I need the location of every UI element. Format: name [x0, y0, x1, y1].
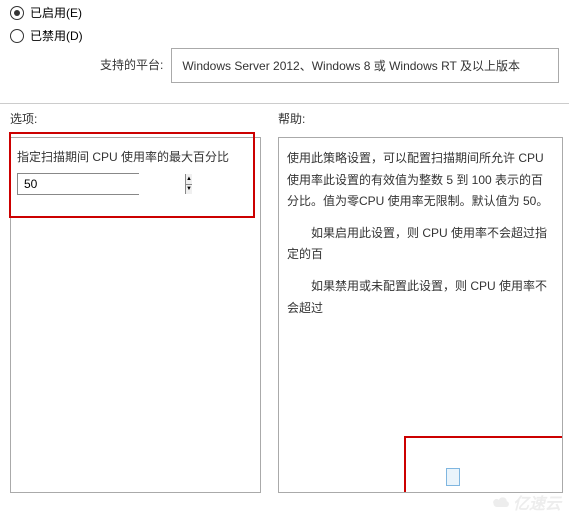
watermark: 亿速云 [491, 490, 561, 514]
help-p1: 使用此策略设置，可以配置扫描期间所允许 CPU 使用率此设置的有效值为整数 5 … [287, 148, 554, 213]
radio-enabled[interactable]: 已启用(E) [10, 4, 559, 21]
cloud-icon [491, 495, 511, 509]
options-box: 指定扫描期间 CPU 使用率的最大百分比 ▲ ▼ [10, 137, 261, 493]
help-p2: 如果启用此设置，则 CPU 使用率不会超过指定的百 [287, 223, 554, 266]
help-p3: 如果禁用或未配置此设置，则 CPU 使用率不会超过 [287, 276, 554, 319]
platforms-row: 支持的平台: Windows Server 2012、Windows 8 或 W… [100, 48, 559, 83]
help-text: 使用此策略设置，可以配置扫描期间所允许 CPU 使用率此设置的有效值为整数 5 … [287, 148, 554, 319]
platforms-label: 支持的平台: [100, 48, 163, 83]
radio-group: 已启用(E) 已禁用(D) [10, 4, 559, 44]
options-label: 选项: [10, 110, 268, 127]
radio-disabled[interactable]: 已禁用(D) [10, 27, 559, 44]
help-box: 使用此策略设置，可以配置扫描期间所允许 CPU 使用率此设置的有效值为整数 5 … [278, 137, 563, 493]
radio-disabled-label: 已禁用(D) [30, 27, 83, 44]
blue-corner-indicator [446, 468, 460, 486]
radio-enabled-label: 已启用(E) [30, 4, 82, 21]
middle-section: 选项: 指定扫描期间 CPU 使用率的最大百分比 ▲ ▼ 帮助: 使用此策略设置… [0, 110, 569, 493]
highlight-box-options [9, 132, 255, 218]
highlight-box-bottom [404, 436, 563, 493]
radio-icon-selected [10, 6, 24, 20]
watermark-text: 亿速云 [513, 490, 561, 514]
left-panel: 选项: 指定扫描期间 CPU 使用率的最大百分比 ▲ ▼ [0, 110, 268, 493]
divider [0, 103, 569, 104]
help-label: 帮助: [278, 110, 569, 127]
right-panel: 帮助: 使用此策略设置，可以配置扫描期间所允许 CPU 使用率此设置的有效值为整… [268, 110, 569, 493]
platforms-value: Windows Server 2012、Windows 8 或 Windows … [182, 59, 520, 73]
top-section: 已启用(E) 已禁用(D) 支持的平台: Windows Server 2012… [0, 0, 569, 85]
platforms-box: Windows Server 2012、Windows 8 或 Windows … [171, 48, 559, 83]
radio-icon [10, 29, 24, 43]
